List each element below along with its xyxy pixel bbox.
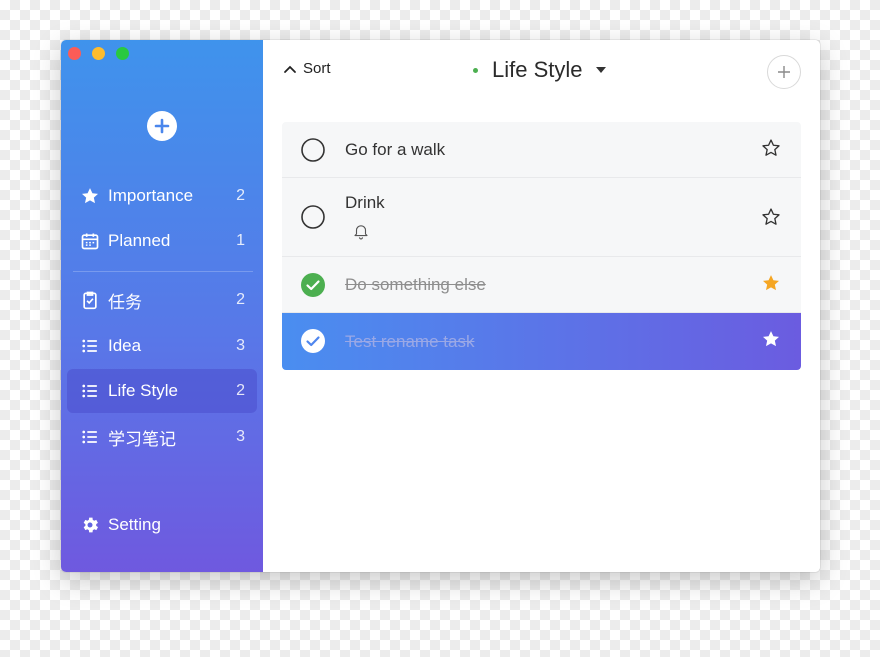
task-title: Do something else	[345, 275, 486, 294]
sidebar-item-label: Idea	[108, 336, 142, 355]
bell-icon	[354, 225, 368, 240]
plus-icon	[154, 118, 170, 134]
chevron-up-icon	[284, 65, 296, 73]
checked-circle-icon[interactable]	[301, 273, 325, 297]
unchecked-circle-icon[interactable]	[301, 138, 325, 162]
task-item[interactable]: Go for a walk	[282, 122, 801, 178]
list-icon	[80, 381, 100, 401]
minimize-window-button[interactable]	[92, 47, 105, 60]
sidebar-item-life-style[interactable]: Life Style 2	[67, 369, 257, 413]
task-item[interactable]: Drink	[282, 178, 801, 257]
caret-down-icon	[595, 67, 606, 73]
sidebar-item-label: Importance	[108, 186, 194, 205]
sidebar-item-planned[interactable]: Planned 1	[67, 219, 257, 263]
clipboard-check-icon	[80, 290, 100, 310]
close-window-button[interactable]	[68, 47, 81, 60]
sidebar-divider	[73, 271, 253, 272]
sidebar-item-count: 3	[236, 337, 245, 354]
sidebar-item-label: Planned	[108, 231, 171, 250]
sidebar-item-count: 2	[236, 382, 245, 399]
sidebar-item-count: 2	[236, 291, 245, 308]
task-title: Go for a walk	[345, 140, 446, 159]
window-controls	[68, 47, 129, 60]
task-title: Test rename task	[345, 332, 475, 351]
sidebar-item-idea[interactable]: Idea 3	[67, 324, 257, 368]
sidebar-item-importance[interactable]: Importance 2	[67, 174, 257, 218]
task-item-selected[interactable]: Test rename task	[282, 313, 801, 370]
sidebar-item-label: 学习笔记	[108, 429, 176, 449]
sidebar-item-count: 1	[236, 232, 245, 249]
list-icon	[80, 336, 100, 356]
checked-circle-icon[interactable]	[301, 329, 325, 353]
list-title-dropdown[interactable]: Life Style	[473, 57, 607, 83]
sidebar-item-count: 3	[236, 428, 245, 445]
unchecked-circle-icon[interactable]	[301, 205, 325, 229]
page-title: Life Style	[492, 57, 583, 82]
setting-button[interactable]: Setting	[67, 503, 257, 547]
task-list: Go for a walk Drink Do something else Te…	[282, 122, 801, 370]
sort-label: Sort	[303, 60, 331, 77]
star-filled-icon[interactable]	[761, 273, 781, 293]
task-title: Drink	[345, 193, 385, 212]
task-item[interactable]: Do something else	[282, 257, 801, 313]
calendar-icon	[80, 231, 100, 251]
sidebar-item-count: 2	[236, 187, 245, 204]
sort-button[interactable]: Sort	[283, 60, 331, 77]
add-task-button[interactable]	[767, 55, 801, 89]
list-icon	[80, 427, 100, 447]
star-filled-icon[interactable]	[761, 329, 781, 349]
gear-icon	[80, 515, 100, 535]
app-window: Importance 2 Planned 1 任务 2 Idea 3 Life …	[61, 40, 820, 572]
star-icon	[80, 186, 100, 206]
add-list-button[interactable]	[147, 111, 177, 141]
star-outline-icon[interactable]	[761, 207, 781, 227]
setting-label: Setting	[108, 515, 161, 534]
list-color-dot	[473, 67, 478, 73]
maximize-window-button[interactable]	[116, 47, 129, 60]
star-outline-icon[interactable]	[761, 138, 781, 158]
sidebar-item-study-notes[interactable]: 学习笔记 3	[67, 415, 257, 459]
sidebar-item-tasks[interactable]: 任务 2	[67, 278, 257, 322]
main-panel: Sort Life Style Go for a walk Drink Do s…	[263, 40, 820, 572]
plus-icon	[778, 66, 790, 78]
sidebar-item-label: 任务	[108, 292, 142, 312]
sidebar-item-label: Life Style	[108, 381, 178, 400]
sidebar: Importance 2 Planned 1 任务 2 Idea 3 Life …	[61, 40, 263, 572]
